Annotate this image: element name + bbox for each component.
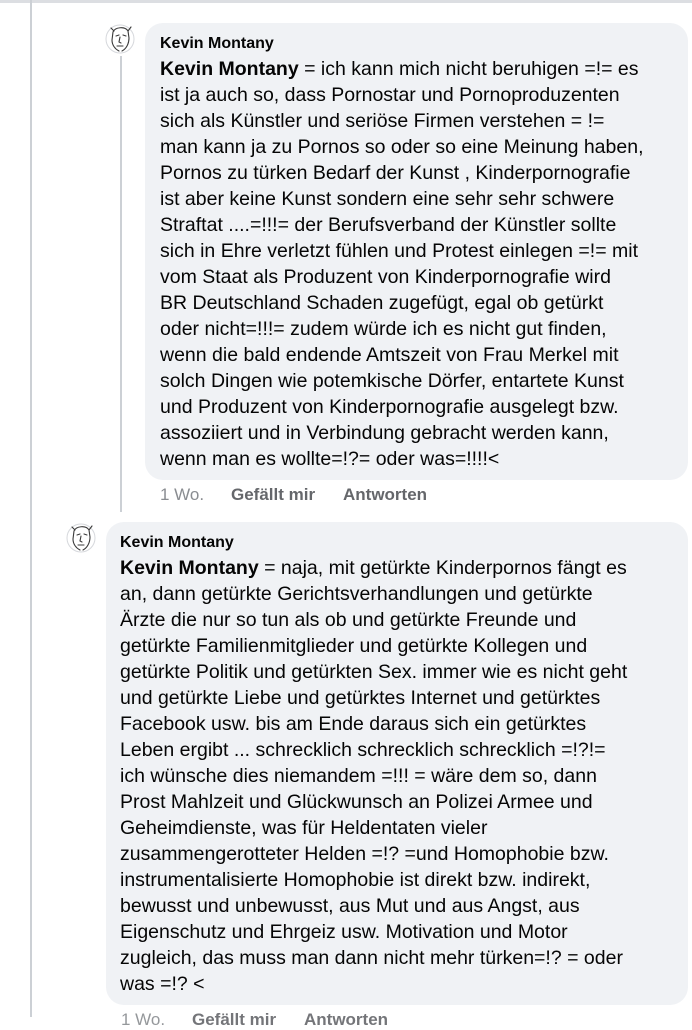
comment-line: oder nicht=!!!= zudem würde ich es nicht…: [160, 318, 607, 340]
comment-actions: 1 Wo. Gefällt mir Antworten: [121, 1010, 421, 1030]
comment-line: bewusst und unbewusst, aus Mut und aus A…: [120, 895, 580, 917]
comment-text: Kevin Montany = naja, mit getürkte Kinde…: [120, 555, 627, 997]
reply-button[interactable]: Antworten: [343, 485, 427, 505]
comment-timestamp[interactable]: 1 Wo.: [160, 485, 204, 505]
comment-line: Ärzte die nur so tun als ob und getürkte…: [120, 609, 577, 631]
comment-line: BR Deutschland Schaden zugefügt, egal ob…: [160, 292, 604, 314]
avatar-icon[interactable]: [66, 521, 96, 555]
comment-line: wenn man es wollte=!?= oder was=!!!!<: [160, 448, 500, 470]
thread-line-outer: [30, 0, 32, 1017]
comment-line: Kevin Montany = naja, mit getürkte Kinde…: [120, 557, 627, 579]
comment-line: an, dann getürkte Gerichtsverhandlungen …: [120, 583, 593, 605]
comment-line: Facebook usw. bis am Ende daraus sich ei…: [120, 713, 587, 735]
comment-line: was =!? <: [120, 973, 205, 995]
comment-line: und Produzent von Kinderpornografie ausg…: [160, 396, 619, 418]
author-mention[interactable]: Kevin Montany: [160, 58, 299, 80]
top-divider: [0, 0, 692, 3]
comment-line: sich als Künstler und seriöse Firmen ver…: [160, 110, 605, 132]
comment-line: Eigenschutz und Ehrgeiz usw. Motivation …: [120, 921, 568, 943]
comment-author[interactable]: Kevin Montany: [160, 34, 274, 53]
comment-line: man kann ja zu Pornos so oder so eine Me…: [160, 136, 644, 158]
comment-bubble: Kevin Montany Kevin Montany = ich kann m…: [145, 23, 688, 480]
comment-bubble: Kevin Montany Kevin Montany = naja, mit …: [106, 522, 688, 1005]
reply-button[interactable]: Antworten: [304, 1010, 388, 1030]
comment-line: Straftat ....=!!!= der Berufsverband der…: [160, 214, 617, 236]
comment-timestamp[interactable]: 1 Wo.: [121, 1010, 165, 1030]
comment-line: getürkte Politik und getürkten Sex. imme…: [120, 661, 628, 683]
comment-author[interactable]: Kevin Montany: [120, 533, 234, 552]
comment-line: Kevin Montany = ich kann mich nicht beru…: [160, 58, 639, 80]
comment-line: instrumentalisierte Homophobie ist direk…: [120, 869, 591, 891]
comment-line: ich wünsche dies niemandem =!!! = wäre d…: [120, 765, 597, 787]
comment-line: sich in Ehre verletzt fühlen und Protest…: [160, 240, 639, 262]
comment-line: solch Dingen wie potemkische Dörfer, ent…: [160, 370, 624, 392]
author-mention[interactable]: Kevin Montany: [120, 557, 259, 579]
comment-line: getürkte Familienmitglieder und getürkte…: [120, 635, 588, 657]
comment-line: vom Staat als Produzent von Kinderpornog…: [160, 266, 611, 288]
comment-line: Pornos zu türken Bedarf der Kunst , Kind…: [160, 162, 631, 184]
comment-line: und getürkte Liebe und getürktes Interne…: [120, 687, 601, 709]
comment-line: assoziiert und in Verbindung gebracht we…: [160, 422, 609, 444]
like-button[interactable]: Gefällt mir: [192, 1010, 276, 1030]
comment-line: Geheimdienste, was für Heldentaten viele…: [120, 817, 488, 839]
comment-line: ist ja auch so, dass Pornostar und Porno…: [160, 84, 620, 106]
avatar-icon[interactable]: [105, 22, 135, 56]
comment-line: Prost Mahlzeit und Glückwunsch an Polize…: [120, 791, 593, 813]
comment-text: Kevin Montany = ich kann mich nicht beru…: [160, 56, 643, 472]
comment-line: zusammengerotteter Helden =!? =und Homop…: [120, 843, 609, 865]
comment-line: wenn die bald endende Amtszeit von Frau …: [160, 344, 619, 366]
comment-actions: 1 Wo. Gefällt mir Antworten: [160, 485, 460, 505]
comment-line: ist aber keine Kunst sondern eine sehr s…: [160, 188, 615, 210]
comment-line: zugleich, das muss man dann nicht mehr t…: [120, 947, 623, 969]
thread-line-reply: [120, 56, 122, 512]
comment-line: Leben ergibt ... schrecklich schrecklich…: [120, 739, 606, 761]
like-button[interactable]: Gefällt mir: [231, 485, 315, 505]
